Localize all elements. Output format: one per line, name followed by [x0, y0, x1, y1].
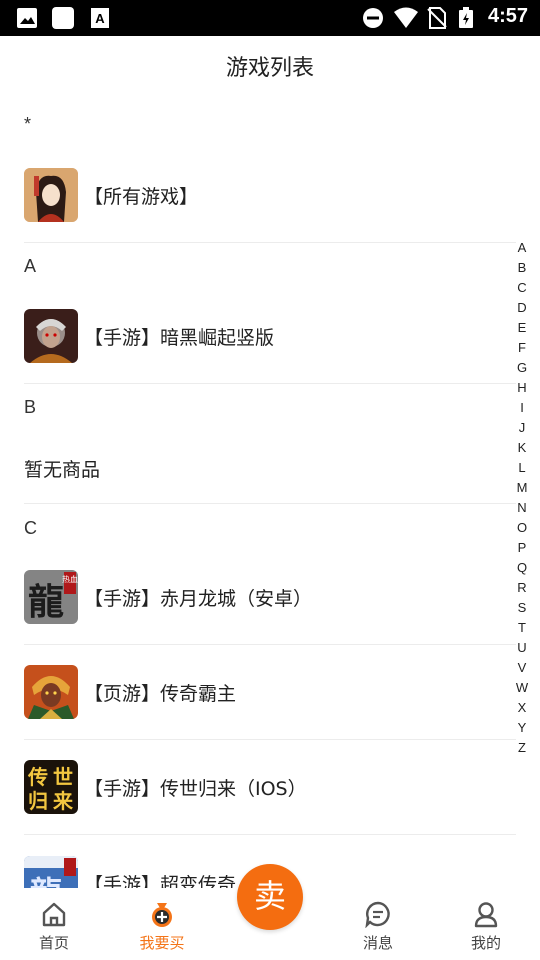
index-letter-q[interactable]: Q — [512, 558, 532, 578]
thumb-text: 龍 — [30, 874, 62, 888]
nav-item-buy[interactable]: 我要买 — [122, 888, 202, 960]
index-letter-s[interactable]: S — [512, 598, 532, 618]
dark-rise-thumb — [24, 309, 78, 363]
nav-label-buy: 我要买 — [139, 934, 185, 952]
svg-text:传: 传 — [27, 765, 48, 789]
svg-text:世: 世 — [53, 765, 73, 789]
image-icon — [16, 7, 38, 33]
index-letter-f[interactable]: F — [512, 338, 532, 358]
game-name: 【所有游戏】 — [84, 186, 199, 208]
nav-item-mine[interactable]: 我的 — [446, 888, 526, 960]
section-header-c: C — [24, 518, 37, 538]
nav-item-home[interactable]: 首页 — [14, 888, 94, 960]
thumb-badge: 热血 — [62, 574, 78, 584]
divider — [24, 644, 516, 645]
nav-label-mine: 我的 — [470, 934, 501, 952]
game-row-all-games[interactable]: 【所有游戏】 — [24, 168, 516, 224]
divider — [24, 739, 516, 740]
square-icon — [51, 6, 75, 34]
section-header-star: * — [24, 114, 32, 134]
divider — [24, 503, 516, 504]
nav-label-home: 首页 — [38, 934, 69, 952]
thumb-text: 龍 — [28, 582, 64, 623]
home-icon — [42, 902, 66, 927]
index-letter-l[interactable]: L — [512, 458, 532, 478]
index-letter-a[interactable]: A — [512, 238, 532, 258]
alphabet-index-bar[interactable]: A B C D E F G H I J K L M N O P Q R S T … — [512, 238, 532, 758]
index-letter-p[interactable]: P — [512, 538, 532, 558]
status-bar: A 4:57 — [0, 0, 540, 36]
super-legend-thumb: 龍 — [24, 856, 78, 888]
status-time: 4:57 — [487, 5, 528, 27]
chiyue-dragon-thumb: 龍 热血 — [24, 570, 78, 624]
do-not-disturb-icon — [362, 7, 384, 33]
svg-text:来: 来 — [52, 789, 74, 813]
money-bag-icon — [152, 903, 172, 927]
index-letter-r[interactable]: R — [512, 578, 532, 598]
battery-charging-icon — [458, 7, 474, 33]
index-letter-x[interactable]: X — [512, 698, 532, 718]
index-letter-c[interactable]: C — [512, 278, 532, 298]
svg-text:A: A — [95, 11, 105, 26]
game-name: 【手游】暗黑崛起竖版 — [84, 327, 275, 349]
index-letter-o[interactable]: O — [512, 518, 532, 538]
game-list[interactable]: * 【所有游戏】 A 【手游】暗黑崛起竖版 B 暂无商品 C 龍 热血 【手游】… — [0, 100, 540, 888]
divider — [24, 242, 516, 243]
index-letter-m[interactable]: M — [512, 478, 532, 498]
wifi-icon — [393, 7, 419, 33]
page-title: 游戏列表 — [225, 56, 314, 81]
game-name: 【手游】赤月龙城（安卓） — [84, 588, 313, 610]
index-letter-i[interactable]: I — [512, 398, 532, 418]
game-row-chiyue-dragon[interactable]: 龍 热血 【手游】赤月龙城（安卓） — [24, 570, 516, 626]
index-letter-j[interactable]: J — [512, 418, 532, 438]
section-header-b: B — [24, 397, 37, 417]
divider — [24, 834, 516, 835]
no-sim-icon — [427, 7, 447, 33]
nav-label-messages: 消息 — [362, 934, 393, 952]
index-letter-d[interactable]: D — [512, 298, 532, 318]
game-row-dark-rise[interactable]: 【手游】暗黑崛起竖版 — [24, 309, 516, 365]
index-letter-w[interactable]: W — [512, 678, 532, 698]
message-icon — [365, 901, 390, 928]
font-icon: A — [90, 7, 110, 33]
index-letter-t[interactable]: T — [512, 618, 532, 638]
legend-overlord-thumb — [24, 665, 78, 719]
svg-text:归: 归 — [28, 789, 48, 813]
game-name: 【页游】传奇霸主 — [84, 683, 237, 705]
divider — [24, 383, 516, 384]
game-row-legend-overlord[interactable]: 【页游】传奇霸主 — [24, 665, 516, 721]
index-letter-n[interactable]: N — [512, 498, 532, 518]
index-letter-k[interactable]: K — [512, 438, 532, 458]
nav-item-messages[interactable]: 消息 — [338, 888, 418, 960]
index-letter-b[interactable]: B — [512, 258, 532, 278]
index-letter-z[interactable]: Z — [512, 738, 532, 758]
game-row-chuanshi-return[interactable]: 传 世 归 来 【手游】传世归来（IOS） — [24, 760, 516, 816]
index-letter-e[interactable]: E — [512, 318, 532, 338]
section-header-a: A — [24, 256, 37, 276]
index-letter-v[interactable]: V — [512, 658, 532, 678]
sell-button[interactable]: 卖 — [237, 864, 303, 930]
index-letter-y[interactable]: Y — [512, 718, 532, 738]
index-letter-h[interactable]: H — [512, 378, 532, 398]
all-games-thumb — [24, 168, 78, 222]
chuanshi-return-thumb: 传 世 归 来 — [24, 760, 78, 814]
index-letter-g[interactable]: G — [512, 358, 532, 378]
game-name: 【手游】传世归来（IOS） — [84, 778, 307, 800]
index-letter-u[interactable]: U — [512, 638, 532, 658]
user-icon — [474, 902, 498, 928]
empty-section-text: 暂无商品 — [24, 459, 101, 481]
